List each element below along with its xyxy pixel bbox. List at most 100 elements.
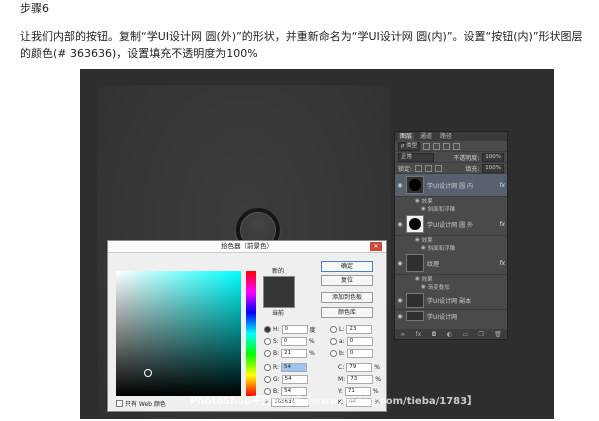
- color-preview-swatch: [263, 276, 295, 308]
- new-layer-icon[interactable]: ❐: [478, 331, 483, 338]
- layer-name: 学UI设计网 副本: [427, 297, 472, 305]
- lock-label: 锁定:: [398, 165, 413, 173]
- folder-icon[interactable]: ▭: [462, 331, 468, 338]
- layer-filter-row: ρ 类型: [395, 141, 507, 152]
- blend-row: 正常 不透明度: 100%: [395, 152, 507, 163]
- field-b: B: 21%: [264, 348, 315, 358]
- layer-name: 纹理: [427, 260, 440, 268]
- g-input[interactable]: 54: [281, 374, 308, 384]
- visibility-eye-icon[interactable]: ◉: [397, 182, 403, 189]
- trash-icon[interactable]: 🗑: [494, 331, 502, 338]
- layer-circle-outer[interactable]: ◉ 学UI设计网 圆 外 fx: [395, 213, 507, 236]
- color-picker-dialog: 拾色器（前景色） ✕ 新的 当前 确定 复位 添加到色板 颜色库 H: 0 度 S:…: [107, 240, 387, 412]
- field-s: S: 0%: [264, 336, 315, 346]
- b-input[interactable]: 21: [281, 348, 308, 358]
- layer-effect-item[interactable]: ◉ 斜面和浮雕: [395, 244, 507, 252]
- fill-input[interactable]: 100%: [482, 163, 504, 173]
- s-input[interactable]: 0: [280, 336, 307, 346]
- layer-effects-label: ◉ 效果: [415, 237, 433, 244]
- layers-bottom-bar: ∞ fx ◘ ◐ ▭ ❐ 🗑: [395, 329, 507, 339]
- lab-b-input[interactable]: 0: [346, 348, 373, 358]
- color-marker[interactable]: [144, 369, 152, 377]
- watermark: PhotoShop平面设计吧【www.linecg.com/tieba/1783…: [190, 396, 478, 407]
- layer-effects-label: ◉ 效果: [415, 276, 433, 283]
- radio-h[interactable]: [264, 325, 271, 333]
- opacity-label: 不透明度:: [453, 154, 480, 162]
- h-input[interactable]: 0: [281, 324, 308, 334]
- field-a: a: 0: [330, 336, 373, 346]
- c-input[interactable]: 79: [346, 362, 373, 372]
- layer-name: 学UI设计网 圆 外: [427, 221, 473, 229]
- fx-icon[interactable]: fx: [499, 182, 505, 189]
- field-r: R: 54: [264, 362, 308, 372]
- radio-r[interactable]: [264, 363, 271, 371]
- tab-paths[interactable]: 路径: [438, 133, 454, 141]
- filter-type-icon[interactable]: [443, 142, 451, 150]
- radio-a[interactable]: [330, 337, 337, 345]
- fx-icon[interactable]: fx: [416, 331, 422, 338]
- radio-lab-b[interactable]: [330, 349, 337, 357]
- visibility-eye-icon[interactable]: ◉: [397, 313, 403, 320]
- field-h: H: 0 度: [264, 324, 316, 334]
- fx-icon[interactable]: fx: [499, 260, 505, 267]
- layer-effect-item[interactable]: ◉ 斜面和浮雕: [395, 205, 507, 213]
- opacity-input[interactable]: 100%: [482, 152, 504, 162]
- color-libraries-button[interactable]: 颜色库: [321, 307, 373, 318]
- tab-layers[interactable]: 图层: [398, 133, 415, 141]
- layer-name: 学UI设计网 圆 内: [427, 182, 473, 190]
- field-g: G: 54: [264, 374, 308, 384]
- step-title: 步骤6: [20, 2, 49, 15]
- add-to-swatches-button[interactable]: 添加到色板: [321, 292, 373, 303]
- layers-panel-tabs: 图层 通道 路径: [395, 132, 507, 141]
- fill-label: 填充:: [465, 165, 480, 173]
- saturation-brightness-field[interactable]: [116, 271, 241, 396]
- layer-texture[interactable]: ◉ 纹理 fx: [395, 252, 507, 275]
- layer-base[interactable]: ◉ 学UI设计网: [395, 310, 507, 322]
- link-icon[interactable]: ∞: [400, 331, 405, 338]
- layer-copy[interactable]: ◉ 学UI设计网 副本: [395, 291, 507, 310]
- layer-circle-inner[interactable]: ◉ 学UI设计网 圆 内 fx: [395, 174, 507, 197]
- kind-filter[interactable]: ρ 类型: [398, 141, 421, 151]
- visibility-eye-icon[interactable]: ◉: [397, 221, 403, 228]
- radio-b[interactable]: [264, 349, 271, 357]
- reset-button[interactable]: 复位: [321, 275, 373, 286]
- m-input[interactable]: 73: [347, 374, 374, 384]
- layer-effects-label: ◉ 效果: [415, 198, 433, 205]
- radio-g[interactable]: [264, 375, 271, 383]
- visibility-eye-icon[interactable]: ◉: [397, 260, 403, 267]
- current-color-label: 当前: [272, 310, 285, 317]
- visibility-eye-icon[interactable]: ◉: [397, 297, 403, 304]
- radio-s[interactable]: [264, 337, 271, 345]
- lock-all-icon[interactable]: [435, 164, 443, 172]
- filter-pixel-icon[interactable]: [423, 142, 431, 150]
- l-input[interactable]: 23: [346, 324, 373, 334]
- web-only-option[interactable]: 只有 Web 颜色: [116, 399, 166, 408]
- field-c: C: 79%: [338, 362, 380, 372]
- layer-name: 学UI设计网: [427, 313, 458, 321]
- filter-adjust-icon[interactable]: [433, 142, 441, 150]
- close-icon[interactable]: ✕: [370, 242, 382, 251]
- filter-shape-icon[interactable]: [453, 142, 461, 150]
- a-input[interactable]: 0: [346, 336, 373, 346]
- field-m: M: 73%: [338, 374, 381, 384]
- dialog-title-bar: 拾色器（前景色） ✕: [108, 241, 386, 253]
- radio-l[interactable]: [330, 325, 337, 333]
- ok-button[interactable]: 确定: [321, 261, 373, 272]
- lock-position-icon[interactable]: [425, 164, 433, 172]
- field-l: L: 23: [330, 324, 373, 334]
- blend-mode-select[interactable]: 正常: [398, 152, 434, 162]
- field-lab-b: b: 0: [330, 348, 373, 358]
- fx-icon[interactable]: fx: [499, 221, 505, 228]
- layer-effect-item[interactable]: ◉ 渐变叠加: [395, 283, 507, 291]
- new-color-label: 新的: [272, 268, 285, 275]
- layer-thumbnail: [406, 215, 424, 233]
- layer-thumbnail: [406, 254, 424, 272]
- tab-channels[interactable]: 通道: [418, 133, 434, 141]
- photoshop-screenshot: 图层 通道 路径 ρ 类型 正常 不透明度: 100% 锁定: 填充: 100%: [80, 69, 554, 419]
- mask-icon[interactable]: ◘: [432, 331, 437, 338]
- lock-pixels-icon[interactable]: [415, 164, 423, 172]
- web-only-checkbox[interactable]: [116, 400, 123, 407]
- hue-slider[interactable]: [246, 271, 256, 396]
- r-input[interactable]: 54: [281, 362, 308, 372]
- adjust-icon[interactable]: ◐: [447, 331, 452, 338]
